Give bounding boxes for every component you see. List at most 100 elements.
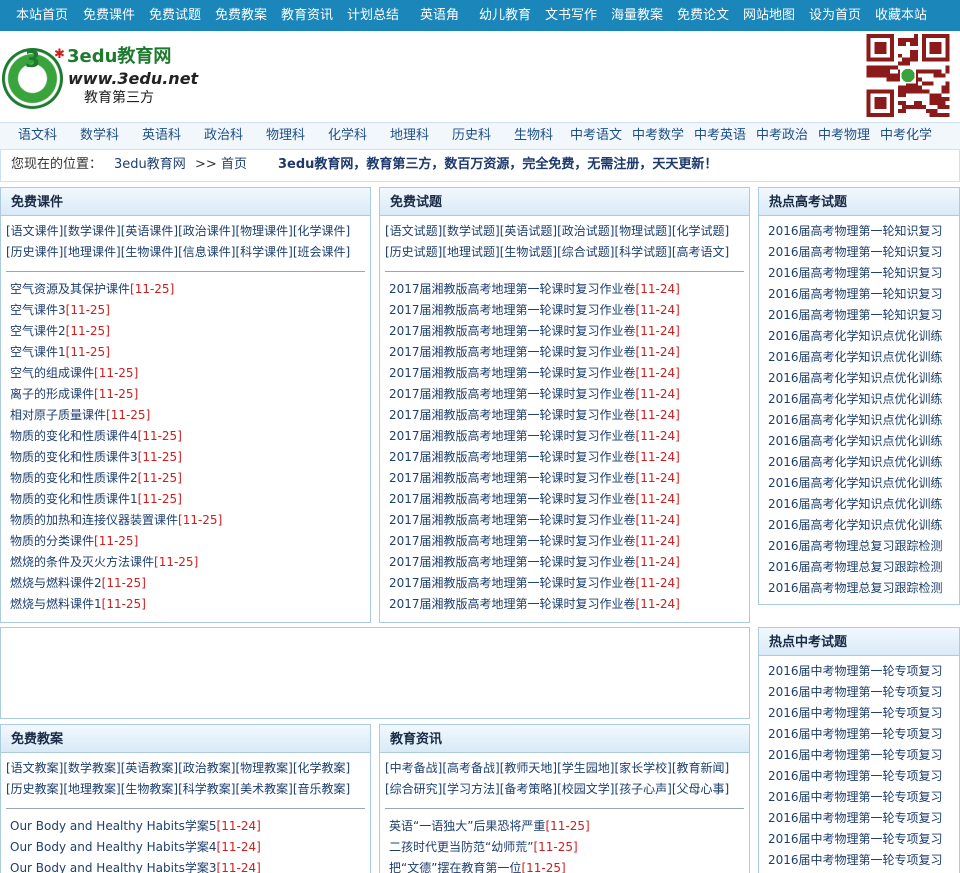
list-item[interactable]: 2016届中考物理第一轮专项复习 xyxy=(768,808,943,829)
topnav-courseware[interactable]: 免费课件 xyxy=(83,8,135,24)
list-item[interactable]: 2016届高考化学知识点优化训练 xyxy=(768,452,943,473)
subject-physics[interactable]: 物理科 xyxy=(266,128,305,144)
subject-politics[interactable]: 政治科 xyxy=(204,128,243,144)
category-link[interactable]: [中考备战] xyxy=(385,761,442,775)
category-link[interactable]: [化学课件] xyxy=(293,224,350,238)
list-item[interactable]: 2017届湘教版高考地理第一轮课时复习作业卷[11-24] xyxy=(389,405,680,426)
list-item[interactable]: 2016届中考物理第一轮专项复习 xyxy=(768,787,943,808)
category-link[interactable]: [高考备战] xyxy=(442,761,499,775)
topnav-sitemap[interactable]: 网站地图 xyxy=(743,8,795,24)
list-item[interactable]: 英语“一语独大”后果恐将严重[11-25] xyxy=(389,816,590,837)
topnav-tests[interactable]: 免费试题 xyxy=(149,8,201,24)
category-link[interactable]: [综合试题] xyxy=(557,245,614,259)
category-link[interactable]: [地理教案] xyxy=(63,782,120,796)
list-item[interactable]: 相对原子质量课件[11-25] xyxy=(10,405,222,426)
list-item[interactable]: 2016届中考物理第一轮专项复习 xyxy=(768,766,943,787)
category-link[interactable]: [数学教案] xyxy=(63,761,120,775)
breadcrumb-home-link[interactable]: 首页 xyxy=(221,157,247,173)
subject-zk-politics[interactable]: 中考政治 xyxy=(756,128,808,144)
topnav-set-homepage[interactable]: 设为首页 xyxy=(809,8,861,24)
list-item[interactable]: 空气课件2[11-25] xyxy=(10,321,222,342)
category-link[interactable]: [音乐教案] xyxy=(293,782,350,796)
list-item[interactable]: 物质的加热和连接仪器装置课件[11-25] xyxy=(10,510,222,531)
category-link[interactable]: [科学试题] xyxy=(615,245,672,259)
list-item[interactable]: 2017届湘教版高考地理第一轮课时复习作业卷[11-24] xyxy=(389,573,680,594)
topnav-writing[interactable]: 文书写作 xyxy=(545,8,597,24)
list-item[interactable]: 2017届湘教版高考地理第一轮课时复习作业卷[11-24] xyxy=(389,363,680,384)
category-link[interactable]: [数学试题] xyxy=(442,224,499,238)
category-link[interactable]: [科学教案] xyxy=(178,782,235,796)
topnav-mass-lessons[interactable]: 海量教案 xyxy=(611,8,663,24)
list-item[interactable]: 2016届高考物理第一轮知识复习 xyxy=(768,242,943,263)
category-link[interactable]: [政治教案] xyxy=(178,761,235,775)
list-item[interactable]: 燃烧与燃料课件2[11-25] xyxy=(10,573,222,594)
list-item[interactable]: 2017届湘教版高考地理第一轮课时复习作业卷[11-24] xyxy=(389,279,680,300)
category-link[interactable]: [历史教案] xyxy=(6,782,63,796)
category-link[interactable]: [孩子心声] xyxy=(615,782,672,796)
subject-zk-english[interactable]: 中考英语 xyxy=(694,128,746,144)
topnav-preschool[interactable]: 幼儿教育 xyxy=(479,8,531,24)
subject-math[interactable]: 数学科 xyxy=(80,128,119,144)
category-link[interactable]: [校园文学] xyxy=(557,782,614,796)
category-link[interactable]: [化学试题] xyxy=(672,224,729,238)
list-item[interactable]: 2017届湘教版高考地理第一轮课时复习作业卷[11-24] xyxy=(389,510,680,531)
category-link[interactable]: [家长学校] xyxy=(615,761,672,775)
list-item[interactable]: Our Body and Healthy Habits学案5[11-24] xyxy=(10,816,261,837)
category-link[interactable]: [物理试题] xyxy=(615,224,672,238)
category-link[interactable]: [英语试题] xyxy=(500,224,557,238)
topnav-news[interactable]: 教育资讯 xyxy=(281,8,333,24)
list-item[interactable]: 2017届湘教版高考地理第一轮课时复习作业卷[11-24] xyxy=(389,594,680,615)
category-link[interactable]: [生物试题] xyxy=(500,245,557,259)
site-logo[interactable]: 3 ✱ 3edu教育网 www.3edu.net 教育第三方 xyxy=(2,45,202,125)
category-link[interactable]: [语文教案] xyxy=(6,761,63,775)
category-link[interactable]: [物理课件] xyxy=(236,224,293,238)
list-item[interactable]: Our Body and Healthy Habits学案4[11-24] xyxy=(10,837,261,858)
list-item[interactable]: 2017届湘教版高考地理第一轮课时复习作业卷[11-24] xyxy=(389,468,680,489)
list-item[interactable]: 2016届中考物理第一轮专项复习 xyxy=(768,703,943,724)
list-item[interactable]: 空气课件1[11-25] xyxy=(10,342,222,363)
list-item[interactable]: 2016届高考化学知识点优化训练 xyxy=(768,431,943,452)
list-item[interactable]: 物质的变化和性质课件4[11-25] xyxy=(10,426,222,447)
subject-chemistry[interactable]: 化学科 xyxy=(328,128,367,144)
list-item[interactable]: 2016届高考化学知识点优化训练 xyxy=(768,389,943,410)
list-item[interactable]: 2017届湘教版高考地理第一轮课时复习作业卷[11-24] xyxy=(389,321,680,342)
list-item[interactable]: 2016届中考物理第一轮专项复习 xyxy=(768,661,943,682)
list-item[interactable]: 燃烧与燃料课件1[11-25] xyxy=(10,594,222,615)
subject-zk-math[interactable]: 中考数学 xyxy=(632,128,684,144)
list-item[interactable]: 2016届高考化学知识点优化训练 xyxy=(768,494,943,515)
topnav-home[interactable]: 本站首页 xyxy=(16,8,68,24)
category-link[interactable]: [地理课件] xyxy=(63,245,120,259)
list-item[interactable]: 2016届中考物理第一轮专项复习 xyxy=(768,745,943,766)
list-item[interactable]: 物质的分类课件[11-25] xyxy=(10,531,222,552)
topnav-english[interactable]: 英语角 xyxy=(420,8,459,24)
category-link[interactable]: [高考语文] xyxy=(672,245,729,259)
subject-chinese[interactable]: 语文科 xyxy=(18,128,57,144)
subject-biology[interactable]: 生物科 xyxy=(514,128,553,144)
list-item[interactable]: 2016届中考物理第一轮专项复习 xyxy=(768,829,943,850)
subject-history[interactable]: 历史科 xyxy=(452,128,491,144)
category-link[interactable]: [政治课件] xyxy=(178,224,235,238)
category-link[interactable]: [父母心事] xyxy=(672,782,729,796)
category-link[interactable]: [教育新闻] xyxy=(672,761,729,775)
subject-zk-chinese[interactable]: 中考语文 xyxy=(570,128,622,144)
breadcrumb-site-link[interactable]: 3edu教育网 xyxy=(114,157,186,173)
category-link[interactable]: [政治试题] xyxy=(557,224,614,238)
list-item[interactable]: 2017届湘教版高考地理第一轮课时复习作业卷[11-24] xyxy=(389,426,680,447)
category-link[interactable]: [综合研究] xyxy=(385,782,442,796)
list-item[interactable]: 2016届高考化学知识点优化训练 xyxy=(768,410,943,431)
list-item[interactable]: 物质的变化和性质课件3[11-25] xyxy=(10,447,222,468)
category-link[interactable]: [学生园地] xyxy=(557,761,614,775)
subject-english[interactable]: 英语科 xyxy=(142,128,181,144)
topnav-lessons[interactable]: 免费教案 xyxy=(215,8,267,24)
category-link[interactable]: [物理教案] xyxy=(236,761,293,775)
list-item[interactable]: 物质的变化和性质课件1[11-25] xyxy=(10,489,222,510)
list-item[interactable]: 空气课件3[11-25] xyxy=(10,300,222,321)
category-link[interactable]: [信息课件] xyxy=(178,245,235,259)
category-link[interactable]: [地理试题] xyxy=(442,245,499,259)
list-item[interactable]: 2017届湘教版高考地理第一轮课时复习作业卷[11-24] xyxy=(389,489,680,510)
list-item[interactable]: 2017届湘教版高考地理第一轮课时复习作业卷[11-24] xyxy=(389,447,680,468)
topnav-bookmark[interactable]: 收藏本站 xyxy=(875,8,927,24)
subject-geography[interactable]: 地理科 xyxy=(390,128,429,144)
category-link[interactable]: [语文试题] xyxy=(385,224,442,238)
list-item[interactable]: 2016届高考化学知识点优化训练 xyxy=(768,515,943,536)
